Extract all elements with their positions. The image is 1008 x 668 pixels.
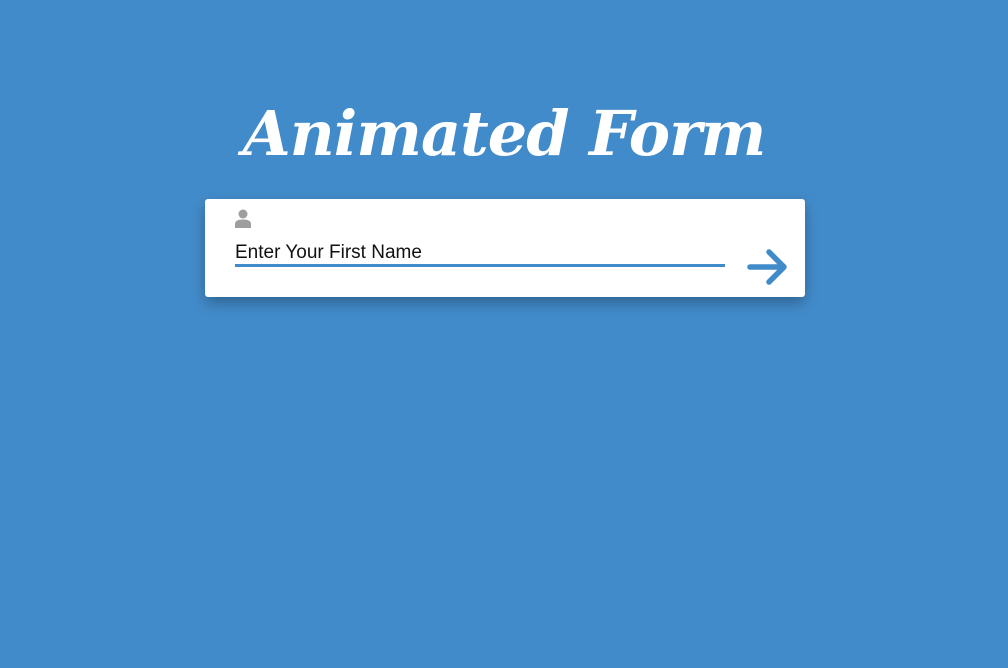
next-button[interactable] — [745, 247, 791, 287]
page-title: Animated Form — [242, 96, 767, 170]
form-card: Enter Your First Name — [205, 199, 805, 297]
field-underline — [235, 264, 725, 267]
first-name-input[interactable] — [235, 239, 725, 265]
user-icon — [234, 209, 252, 228]
arrow-right-icon — [747, 249, 787, 285]
